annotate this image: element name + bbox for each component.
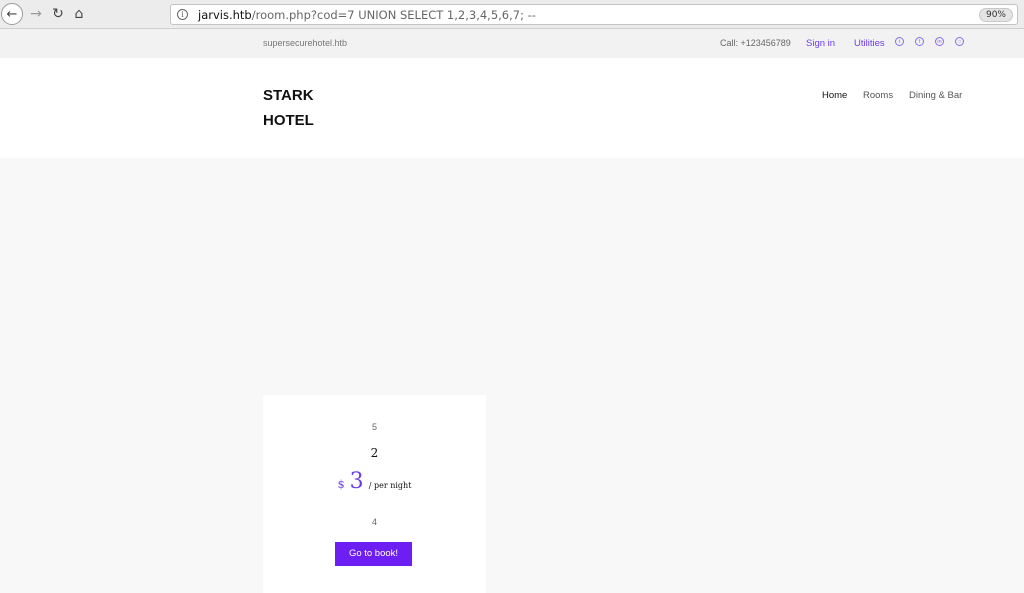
room-name: 2: [370, 446, 379, 460]
room-field-5: 5: [371, 422, 377, 432]
nav-rooms[interactable]: Rooms: [863, 90, 893, 101]
address-bar[interactable]: i jarvis.htb/room.php?cod=7 UNION SELECT…: [170, 4, 1018, 25]
reload-icon[interactable]: ↻: [47, 3, 69, 25]
nav-home[interactable]: Home: [822, 90, 847, 101]
linkedin-icon[interactable]: in: [935, 37, 944, 46]
twitter-icon[interactable]: t: [895, 37, 904, 46]
logo-line-2: HOTEL: [263, 112, 314, 129]
facebook-icon[interactable]: f: [915, 37, 924, 46]
url-path: /room.php?cod=7 UNION SELECT 1,2,3,4,5,6…: [251, 7, 536, 22]
price-value: 3: [349, 469, 364, 494]
room-field-4: 4: [371, 517, 377, 527]
site-domain: supersecurehotel.htb: [263, 38, 348, 48]
room-price: $ 3 / per night: [263, 469, 486, 494]
site-header: STARK HOTEL Home Rooms Dining & Bar: [0, 58, 1024, 158]
info-icon[interactable]: i: [177, 9, 188, 20]
forward-arrow-icon[interactable]: →: [25, 3, 47, 25]
sign-in-link[interactable]: Sign in: [806, 38, 835, 49]
zoom-level-badge[interactable]: 90%: [978, 8, 1013, 22]
price-unit: / per night: [368, 481, 412, 490]
utilities-link[interactable]: Utilities: [854, 38, 885, 49]
logo-line-1: STARK: [263, 87, 314, 104]
call-phone-text: Call: +123456789: [720, 38, 791, 48]
instagram-icon[interactable]: ○: [955, 37, 964, 46]
home-icon[interactable]: ⌂: [68, 3, 90, 25]
browser-toolbar: ← → ↻ ⌂ i jarvis.htb/room.php?cod=7 UNIO…: [0, 0, 1024, 29]
price-currency: $: [337, 478, 345, 491]
go-to-book-button[interactable]: Go to book!: [335, 542, 412, 566]
site-logo[interactable]: STARK HOTEL: [263, 83, 314, 133]
nav-dining-bar[interactable]: Dining & Bar: [909, 90, 962, 101]
back-arrow-icon[interactable]: ←: [1, 3, 23, 25]
room-card: 5 2 $ 3 / per night 4 Go to book!: [263, 395, 486, 593]
top-info-bar: supersecurehotel.htb Call: +123456789 Si…: [0, 29, 1024, 58]
url-host: jarvis.htb: [198, 7, 252, 22]
